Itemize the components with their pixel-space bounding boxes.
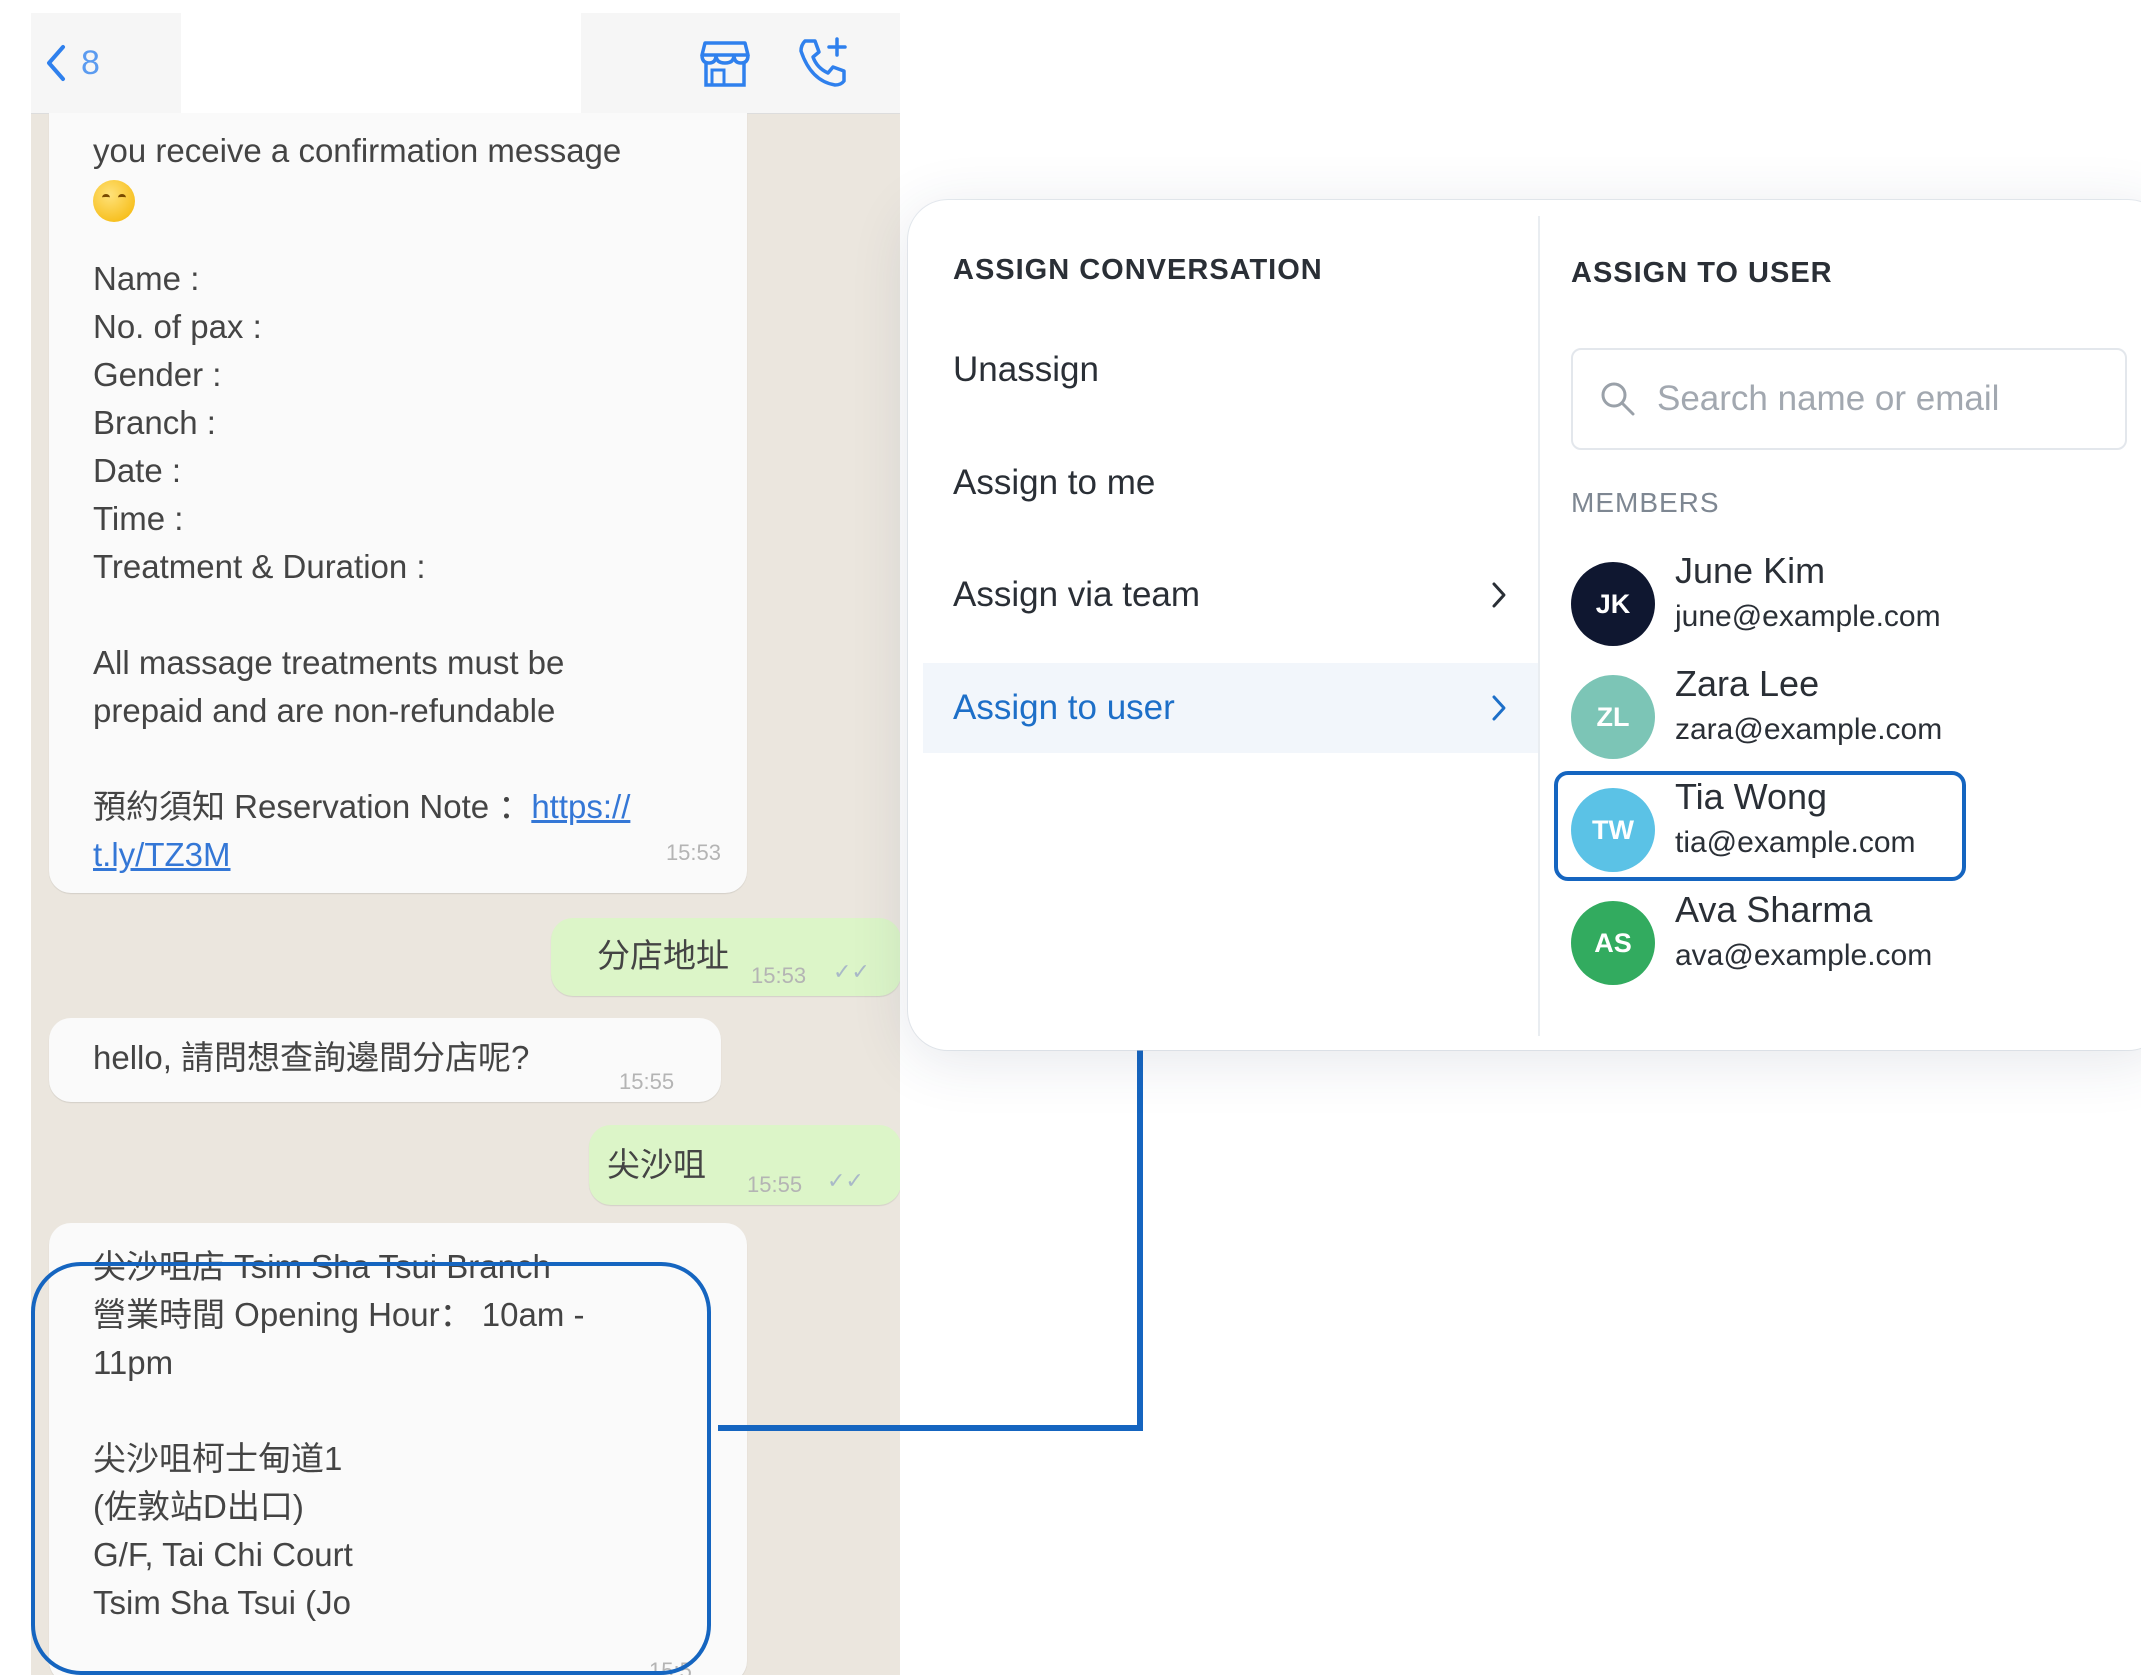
member-name: Ava Sharma (1675, 889, 1873, 930)
members-heading: MEMBERS (1571, 487, 1720, 518)
message-highlight-box (31, 1262, 711, 1675)
message-line: prepaid and are non-refundable (93, 692, 556, 729)
menu-item-label: Assign to user (953, 688, 1175, 727)
panel-divider (1538, 216, 1540, 1036)
message-line: you receive a confirmation message (93, 132, 622, 169)
reservation-note-link[interactable]: https:// (531, 788, 630, 825)
member-name: June Kim (1675, 550, 1826, 591)
member-email: zara@example.com (1675, 713, 1943, 746)
back-button[interactable]: 8 (45, 39, 100, 87)
member-email: ava@example.com (1675, 939, 1933, 972)
member-email: june@example.com (1675, 600, 1941, 633)
message-line: Branch : (93, 404, 216, 441)
read-receipt-icon: ✓✓ (827, 1168, 864, 1193)
search-icon (1599, 380, 1637, 418)
message-line: Date : (93, 452, 182, 489)
assign-panel: ASSIGN CONVERSATION Unassign Assign to m… (908, 200, 2141, 1050)
message-incoming: hello, 請問想查詢邊間分店呢? 15:55 (49, 1018, 721, 1102)
member-june-kim[interactable]: JK June Kim june@example.com (1571, 550, 2071, 650)
message-time: 15:53 (751, 963, 807, 988)
member-ava-sharma[interactable]: AS Ava Sharma ava@example.com (1571, 889, 2071, 989)
assign-conversation-heading: ASSIGN CONVERSATION (953, 254, 1323, 286)
message-line: Treatment & Duration : (93, 548, 426, 585)
menu-item-label: Unassign (953, 350, 1099, 389)
message-line: Name : (93, 260, 200, 297)
reservation-note-link-cont[interactable]: t.ly/TZ3M (93, 836, 231, 873)
unread-count: 8 (81, 43, 100, 82)
menu-item-assign-to-user[interactable]: Assign to user (923, 663, 1538, 753)
avatar: JK (1571, 562, 1655, 646)
chevron-left-icon (47, 45, 65, 81)
chevron-right-icon (1492, 695, 1506, 721)
chat-header: 8 (31, 13, 900, 114)
chevron-right-icon (1492, 582, 1506, 608)
message-line: No. of pax : (93, 308, 262, 345)
smiling-face-emoji-icon (93, 180, 135, 223)
message-line: Time : (93, 500, 184, 537)
menu-item-assign-to-me[interactable]: Assign to me (923, 438, 1538, 528)
member-name: Zara Lee (1675, 663, 1820, 704)
member-zara-lee[interactable]: ZL Zara Lee zara@example.com (1571, 663, 2071, 763)
avatar: AS (1571, 901, 1655, 985)
search-input[interactable] (1655, 378, 2089, 420)
member-highlight-box (1554, 771, 1966, 881)
message-time: 15:53 (665, 840, 721, 865)
message-text: 分店地址 (597, 937, 729, 974)
member-search-field[interactable] (1571, 348, 2127, 450)
message-time: 15:55 (619, 1069, 675, 1094)
menu-item-assign-via-team[interactable]: Assign via team (923, 550, 1538, 640)
message-outgoing: 分店地址 15:53 ✓✓ (551, 918, 900, 996)
avatar: ZL (1571, 675, 1655, 759)
shop-icon[interactable] (699, 39, 751, 89)
message-line: 預約須知 Reservation Note ： (93, 788, 532, 825)
menu-item-unassign[interactable]: Unassign (923, 325, 1538, 415)
menu-item-label: Assign via team (953, 575, 1201, 614)
message-line: All massage treatments must be (93, 644, 565, 681)
header-blank-area (181, 13, 581, 113)
message-outgoing: 尖沙咀 15:55 ✓✓ (589, 1125, 900, 1205)
menu-item-label: Assign to me (953, 463, 1156, 502)
message-time: 15:55 (747, 1172, 803, 1197)
assign-to-user-heading: ASSIGN TO USER (1571, 257, 1833, 289)
message-line: Gender : (93, 356, 222, 393)
add-call-icon[interactable] (795, 35, 851, 91)
message-text: 尖沙咀 (607, 1146, 706, 1183)
read-receipt-icon: ✓✓ (833, 959, 870, 984)
message-incoming-confirmation: you receive a confirmation message Name … (49, 113, 747, 893)
message-text: hello, 請問想查詢邊間分店呢? (93, 1039, 530, 1076)
